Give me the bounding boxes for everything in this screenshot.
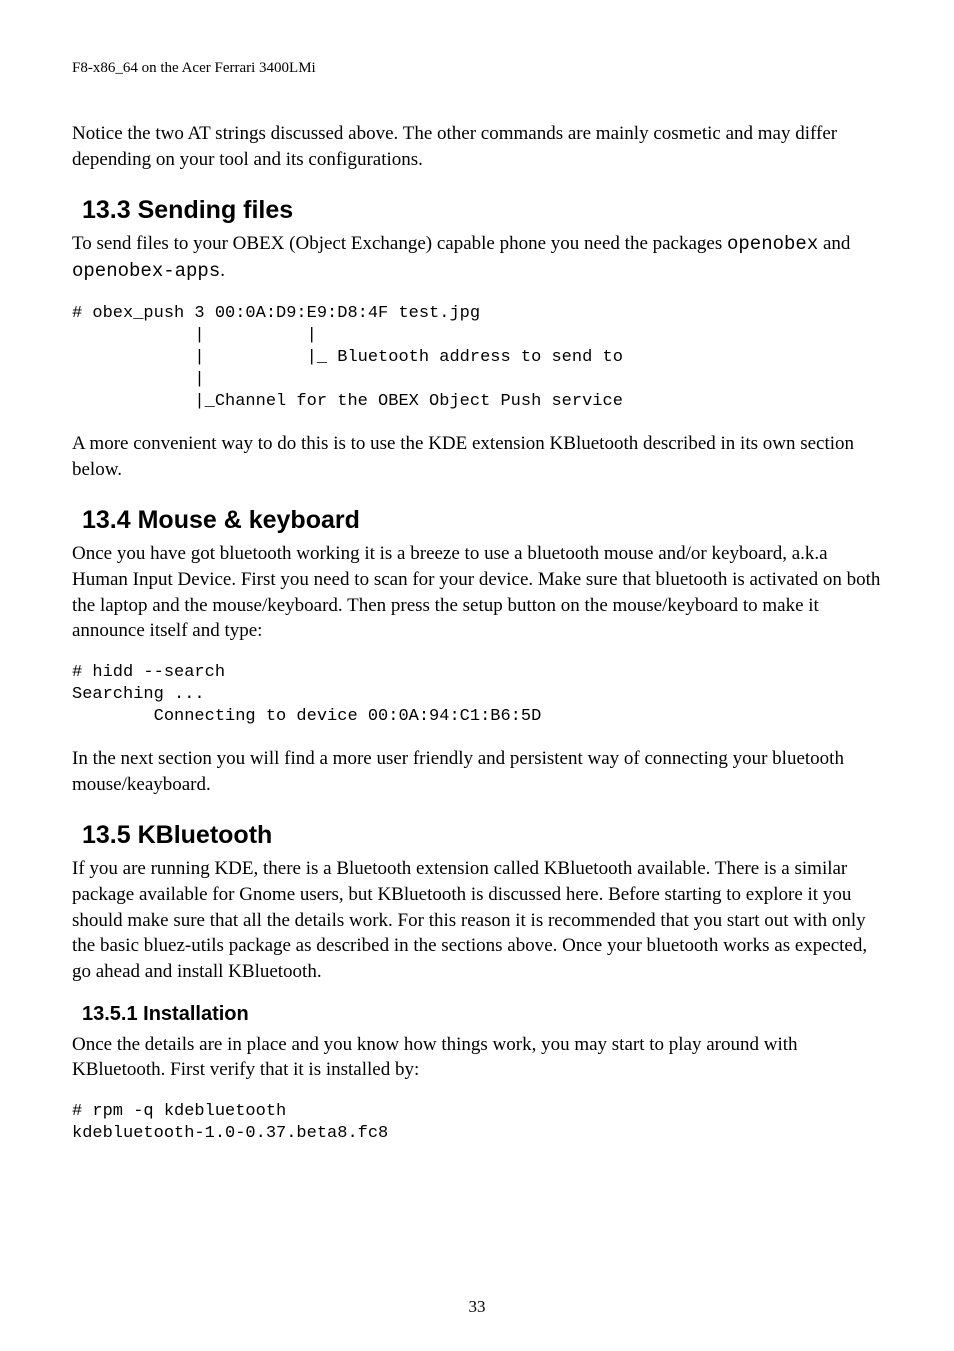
document-page: F8-x86_64 on the Acer Ferrari 3400LMi No… xyxy=(0,0,954,1351)
text-fragment: and xyxy=(818,233,850,254)
intro-paragraph: Notice the two AT strings discussed abov… xyxy=(72,121,882,172)
section-13-3-paragraph: To send files to your OBEX (Object Excha… xyxy=(72,231,882,284)
text-fragment: To send files to your OBEX (Object Excha… xyxy=(72,233,727,254)
section-13-5-1-paragraph: Once the details are in place and you kn… xyxy=(72,1032,882,1083)
page-number: 33 xyxy=(0,1297,954,1317)
code-block-rpm: # rpm -q kdebluetooth kdebluetooth-1.0-0… xyxy=(72,1101,882,1145)
section-13-4-heading: 13.4 Mouse & keyboard xyxy=(72,506,882,535)
section-13-5-heading: 13.5 KBluetooth xyxy=(72,821,882,850)
section-13-3-heading: 13.3 Sending files xyxy=(72,196,882,225)
package-openobex: openobex xyxy=(727,233,818,255)
section-13-4-after-paragraph: In the next section you will find a more… xyxy=(72,746,882,797)
section-13-5-paragraph: If you are running KDE, there is a Bluet… xyxy=(72,856,882,984)
running-header: F8-x86_64 on the Acer Ferrari 3400LMi xyxy=(72,60,882,77)
section-13-3-after-paragraph: A more convenient way to do this is to u… xyxy=(72,431,882,482)
package-openobex-apps: openobex-apps xyxy=(72,260,220,282)
text-fragment: . xyxy=(220,260,225,281)
section-13-4-paragraph: Once you have got bluetooth working it i… xyxy=(72,541,882,644)
section-13-5-1-heading: 13.5.1 Installation xyxy=(72,1003,882,1026)
code-block-obex-push: # obex_push 3 00:0A:D9:E9:D8:4F test.jpg… xyxy=(72,303,882,413)
code-block-hidd: # hidd --search Searching ... Connecting… xyxy=(72,662,882,728)
